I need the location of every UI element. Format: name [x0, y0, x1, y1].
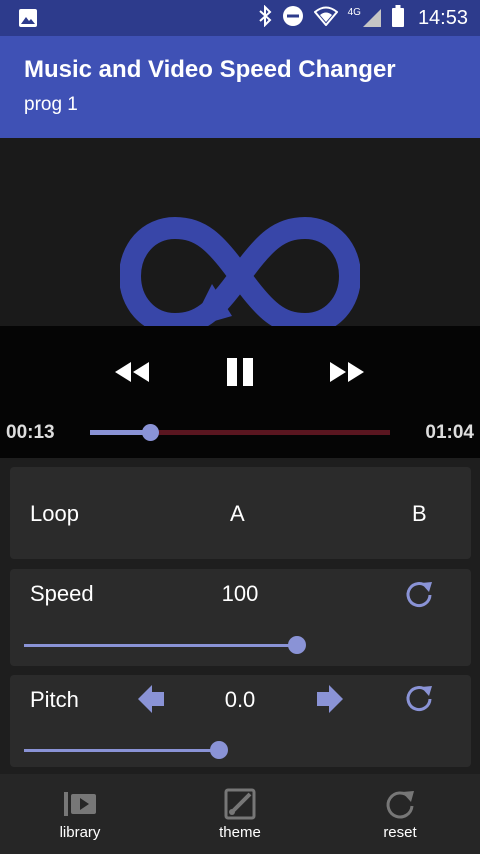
- pause-icon: [227, 358, 253, 386]
- speed-card: Speed 100: [10, 569, 471, 666]
- refresh-icon: [406, 686, 432, 712]
- total-time: 01:04: [425, 422, 474, 443]
- nav-reset-label: reset: [383, 824, 417, 841]
- infinity-logo-icon: [120, 216, 360, 326]
- speed-slider[interactable]: [24, 644, 297, 647]
- pitch-label: Pitch: [30, 687, 79, 712]
- pitch-value: 0.0: [224, 687, 256, 712]
- refresh-icon: [406, 582, 432, 608]
- reset-icon: [386, 791, 414, 819]
- arrow-right-icon: [317, 685, 343, 713]
- bottom-nav: library theme reset: [0, 774, 480, 854]
- album-artwork: [0, 138, 480, 326]
- nav-theme-label: theme: [219, 824, 261, 841]
- app-title: Music and Video Speed Changer: [24, 56, 396, 83]
- nav-library[interactable]: library: [20, 774, 140, 854]
- pitch-increase-button[interactable]: [315, 683, 345, 720]
- library-icon: [64, 792, 96, 816]
- seek-progress: [90, 430, 150, 435]
- pitch-reset-button[interactable]: [403, 683, 435, 718]
- app-bar: Music and Video Speed Changer prog 1: [0, 36, 480, 138]
- do-not-disturb-icon: [282, 5, 304, 32]
- pitch-slider[interactable]: [24, 749, 219, 752]
- player-controls: 00:13 01:04: [0, 326, 480, 458]
- theme-icon: [224, 788, 256, 820]
- loop-a-button[interactable]: A: [230, 501, 245, 527]
- seek-bar[interactable]: [90, 424, 390, 441]
- arrow-left-icon: [138, 685, 164, 713]
- signal-icon: 4G: [348, 8, 382, 28]
- seek-thumb[interactable]: [142, 424, 159, 441]
- pitch-slider-thumb[interactable]: [210, 741, 228, 759]
- rewind-button[interactable]: [108, 354, 156, 390]
- speed-value: 100: [221, 581, 259, 606]
- fast-forward-button[interactable]: [323, 354, 371, 390]
- rewind-icon: [115, 362, 149, 382]
- battery-icon: [391, 4, 404, 32]
- track-name: prog 1: [24, 94, 78, 115]
- pitch-card: Pitch 0.0: [10, 675, 471, 767]
- nav-reset[interactable]: reset: [340, 774, 460, 854]
- nav-theme[interactable]: theme: [180, 774, 300, 854]
- bluetooth-icon: [258, 4, 272, 32]
- image-icon: [18, 8, 38, 33]
- network-type: 4G: [347, 7, 361, 18]
- nav-library-label: library: [59, 824, 101, 841]
- wifi-icon: [313, 6, 339, 31]
- fast-forward-icon: [330, 362, 364, 382]
- pause-button[interactable]: [216, 354, 264, 390]
- speed-slider-thumb[interactable]: [288, 636, 306, 654]
- loop-label: Loop: [30, 501, 79, 526]
- speed-label: Speed: [30, 581, 94, 606]
- status-bar: 4G 14:53: [0, 0, 480, 36]
- clock: 14:53: [417, 6, 468, 29]
- speed-reset-button[interactable]: [403, 579, 435, 614]
- pitch-decrease-button[interactable]: [136, 683, 166, 720]
- loop-b-button[interactable]: B: [412, 501, 427, 527]
- current-time: 00:13: [6, 422, 55, 443]
- loop-card: Loop A B: [10, 467, 471, 559]
